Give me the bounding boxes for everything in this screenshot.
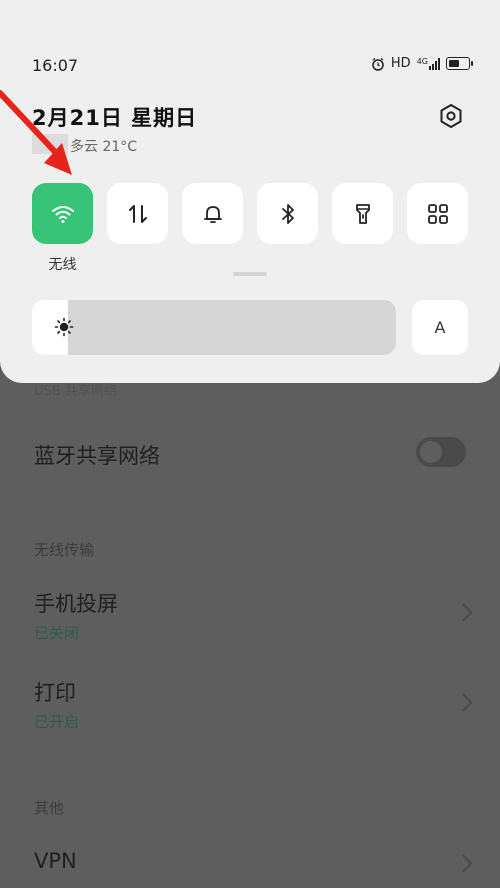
brightness-slider[interactable] xyxy=(32,300,396,355)
wireless-section-header: 无线传输 xyxy=(34,541,95,559)
red-arrow-annotation xyxy=(0,90,72,175)
sound-tile[interactable] xyxy=(182,183,243,244)
chevron-right-icon xyxy=(454,603,473,622)
bluetooth-share-toggle[interactable] xyxy=(416,437,466,467)
auto-brightness-button[interactable]: A xyxy=(412,300,468,355)
grid-icon xyxy=(427,203,448,224)
print-status: 已开启 xyxy=(34,713,80,731)
bluetooth-share-title[interactable]: 蓝牙共享网络 xyxy=(34,440,160,470)
vpn-title[interactable]: VPN xyxy=(34,849,77,873)
other-section-header: 其他 xyxy=(34,799,65,817)
chevron-right-icon xyxy=(454,854,473,873)
battery-icon xyxy=(446,57,473,70)
flashlight-icon xyxy=(355,203,370,224)
status-time: 16:07 xyxy=(32,56,79,75)
bluetooth-icon xyxy=(281,203,294,224)
expand-handle[interactable] xyxy=(233,272,267,276)
bluetooth-tile[interactable] xyxy=(257,183,318,244)
quick-tiles-row xyxy=(32,183,468,244)
wifi-icon xyxy=(51,205,74,223)
network-type-label: 4G xyxy=(416,56,428,66)
mobile-data-tile[interactable] xyxy=(107,183,168,244)
bell-icon xyxy=(203,205,222,223)
alarm-icon xyxy=(372,57,384,71)
settings-gear-icon[interactable] xyxy=(438,103,464,129)
wifi-tile[interactable] xyxy=(32,183,93,244)
sun-icon xyxy=(54,317,74,337)
wifi-tile-label: 无线 xyxy=(48,257,77,273)
quick-settings-panel: 16:07 HD 4G 2月21日 星期日 多云 21°C 无线 A xyxy=(0,0,500,383)
chevron-right-icon xyxy=(454,693,473,712)
screen-cast-title[interactable]: 手机投屏 xyxy=(34,588,118,618)
status-icons: HD 4G xyxy=(371,56,473,71)
flashlight-tile[interactable] xyxy=(332,183,393,244)
print-title[interactable]: 打印 xyxy=(34,677,76,707)
screen-cast-status: 已关闭 xyxy=(34,624,80,642)
signal-icon: 4G xyxy=(416,56,440,70)
more-tile[interactable] xyxy=(407,183,468,244)
mobile-data-icon xyxy=(128,204,147,223)
hd-label: HD xyxy=(390,56,411,71)
